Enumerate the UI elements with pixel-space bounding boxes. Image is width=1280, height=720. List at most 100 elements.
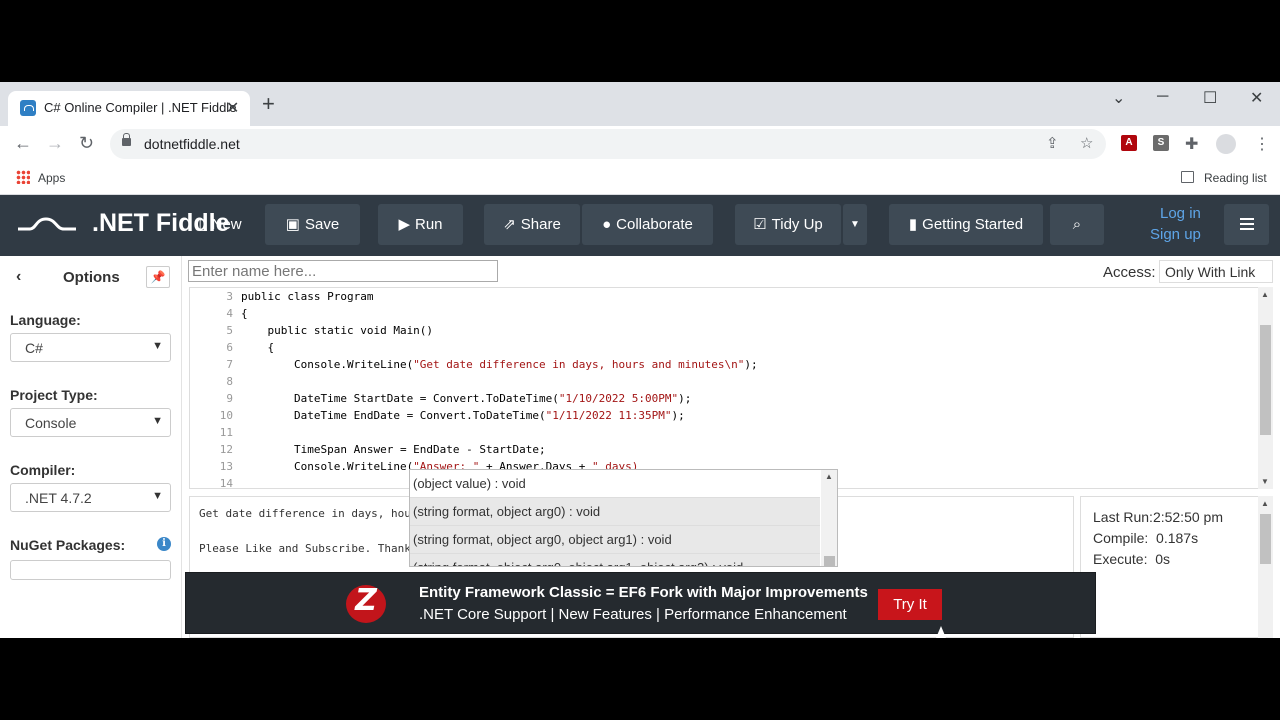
share-button[interactable]: ⇗ Share [484, 204, 580, 245]
autocomplete-item[interactable]: (string format, object arg0, object arg1… [410, 554, 820, 566]
new-tab-button[interactable]: + [262, 93, 275, 115]
browser-window: C# Online Compiler | .NET Fiddle ✕ + ⌄ ─… [0, 82, 1280, 638]
line-number: 5 [226, 324, 233, 337]
stats-scrollbar[interactable]: ▲ [1258, 496, 1273, 638]
hamburger-menu-button[interactable] [1224, 204, 1269, 245]
extensions-puzzle-icon[interactable]: ✚ [1185, 134, 1198, 154]
line-number: 3 [226, 290, 233, 303]
run-label: Run [415, 216, 443, 233]
nuget-search-input[interactable] [10, 560, 171, 580]
code-text: public static void Main() [241, 324, 434, 337]
apps-grid-icon[interactable] [16, 170, 30, 184]
language-select[interactable]: C# ▼ [10, 333, 171, 362]
browser-menu-icon[interactable]: ⋮ [1254, 134, 1270, 154]
search-icon: ⌕ [1072, 216, 1082, 233]
autocomplete-scroll-thumb[interactable] [824, 556, 835, 566]
save-label: Save [304, 216, 340, 233]
user-icon: ● [602, 216, 612, 233]
save-button[interactable]: ▣ Save [265, 204, 360, 245]
access-select[interactable]: Only With Link [1159, 260, 1273, 283]
getting-started-button[interactable]: ▮ Getting Started [889, 204, 1043, 245]
lock-icon [122, 133, 131, 146]
tidy-up-dropdown[interactable]: ▼ [843, 204, 867, 245]
autocomplete-item[interactable]: (string format, object arg0, object arg1… [410, 526, 820, 554]
login-link[interactable]: Log in [1160, 205, 1201, 222]
reading-list-link[interactable]: Reading list [1204, 171, 1267, 185]
address-bar[interactable]: dotnetfiddle.net ⇪ ☆ [110, 129, 1106, 159]
chevron-down-icon: ▼ [152, 490, 163, 502]
string-literal: "1/11/2022 11:35PM" [545, 409, 672, 422]
code-text: public class Program [241, 290, 374, 303]
chevron-down-icon: ▼ [152, 415, 163, 427]
browser-tab[interactable]: C# Online Compiler | .NET Fiddle ✕ [8, 91, 250, 126]
new-button[interactable]: ▯ New [177, 204, 263, 245]
search-button[interactable]: ⌕ [1050, 204, 1104, 245]
editor-scrollbar[interactable]: ▲ ▼ [1258, 287, 1273, 489]
language-value: C# [25, 340, 43, 356]
last-run-stat: Last Run:2:52:50 pm [1093, 509, 1223, 525]
autocomplete-scrollbar[interactable]: ▲ [821, 470, 837, 566]
info-icon[interactable]: i [157, 537, 171, 551]
profile-avatar-icon[interactable] [1216, 134, 1236, 154]
project-type-value: Console [25, 415, 77, 431]
try-it-button[interactable]: Try It [878, 589, 942, 620]
code-editor[interactable]: 3 public class Program 4 {5 public static v… [189, 287, 1273, 489]
code-token: DateTime EndDate = Convert.ToDateTime( [241, 409, 546, 422]
line-number: 13 [219, 460, 233, 473]
pdf-extension-icon[interactable]: A [1121, 135, 1137, 151]
collaborate-button[interactable]: ● Collaborate [582, 204, 713, 245]
run-button[interactable]: ▶ Run [378, 204, 463, 245]
close-window-icon[interactable]: ✕ [1250, 88, 1263, 108]
run-stats-panel: Last Run:2:52:50 pm Compile: 0.187s Exec… [1080, 496, 1273, 638]
forward-icon[interactable]: → [46, 133, 64, 154]
reading-list-icon[interactable] [1181, 171, 1194, 183]
tab-search-icon[interactable]: ⌄ [1112, 88, 1125, 108]
project-type-label: Project Type: [10, 387, 98, 403]
s-extension-icon[interactable]: S [1153, 135, 1169, 151]
compiler-select[interactable]: .NET 4.7.2 ▼ [10, 483, 171, 512]
code-text: { [241, 307, 248, 320]
bookmarks-bar: Apps Reading list [0, 162, 1280, 195]
stats-scroll-thumb[interactable] [1260, 514, 1271, 564]
apps-bookmark[interactable]: Apps [38, 171, 65, 185]
pin-icon[interactable]: 📌 [146, 266, 170, 288]
minimize-icon[interactable]: ─ [1157, 88, 1168, 106]
line-number: 12 [219, 443, 233, 456]
ad-banner[interactable]: Z Entity Framework Classic = EF6 Fork wi… [185, 572, 1096, 634]
tidy-up-button[interactable]: ☑ Tidy Up [735, 204, 841, 245]
browser-toolbar: ← → ↻ dotnetfiddle.net ⇪ ☆ A S ✚ ⋮ [0, 126, 1280, 162]
autocomplete-item[interactable]: (string format, object arg0) : void [410, 498, 820, 526]
scroll-up-icon[interactable]: ▲ [825, 472, 833, 481]
share-page-icon[interactable]: ⇪ [1046, 134, 1059, 152]
fiddle-name-input[interactable] [188, 260, 498, 282]
back-icon[interactable]: ← [14, 133, 32, 154]
code-token: Console.WriteLine( [241, 460, 414, 473]
project-type-select[interactable]: Console ▼ [10, 408, 171, 437]
line-number: 10 [219, 409, 233, 422]
autocomplete-item[interactable]: (object value) : void [410, 470, 820, 498]
signup-link[interactable]: Sign up [1150, 226, 1201, 243]
code-text: TimeSpan Answer = EndDate - StartDate; [241, 443, 546, 456]
scroll-down-icon[interactable]: ▼ [1261, 477, 1269, 486]
chevron-down-icon: ▼ [152, 340, 163, 352]
hamburger-bar [1240, 223, 1254, 225]
hamburger-bar [1240, 228, 1254, 230]
url-text: dotnetfiddle.net [144, 136, 240, 152]
scroll-up-icon[interactable]: ▲ [1261, 499, 1269, 508]
scroll-up-icon[interactable]: ▲ [1261, 290, 1269, 299]
collapse-sidebar-icon[interactable]: ‹ [16, 268, 21, 286]
fiddle-navbar: .NET Fiddle ▯ New ▣ Save ▶ Run ⇗ Share ● Coll… [0, 195, 1280, 256]
editor-scroll-thumb[interactable] [1260, 325, 1271, 435]
save-icon: ▣ [285, 216, 300, 233]
getting-started-label: Getting Started [922, 216, 1024, 233]
check-square-icon: ☑ [753, 216, 767, 233]
reload-icon[interactable]: ↻ [79, 133, 94, 154]
execute-stat: Execute: 0s [1093, 551, 1170, 567]
tab-title: C# Online Compiler | .NET Fiddle [44, 100, 237, 115]
tab-close-icon[interactable]: ✕ [226, 98, 239, 118]
compile-value: 0.187s [1156, 530, 1199, 546]
line-number: 14 [219, 477, 233, 489]
bookmark-star-icon[interactable]: ☆ [1080, 134, 1093, 152]
maximize-icon[interactable]: ☐ [1203, 88, 1217, 108]
compiler-value: .NET 4.7.2 [25, 490, 92, 506]
